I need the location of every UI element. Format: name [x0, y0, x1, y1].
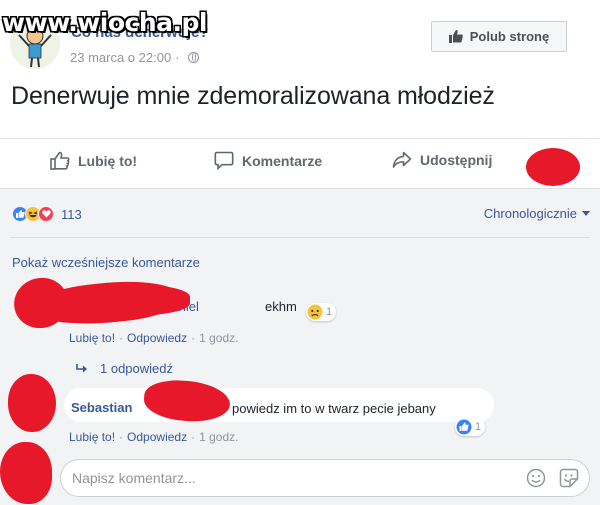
thumbs-up-outline-icon: [50, 151, 70, 170]
comment-text: ekhm: [265, 299, 297, 314]
sticker-icon[interactable]: [559, 468, 579, 493]
comment-button[interactable]: Komentarze: [214, 151, 322, 170]
comment-actions: Lubię to! · Odpowiedz · 1 godz.: [69, 331, 238, 345]
love-reaction-icon: [38, 206, 54, 222]
post-date[interactable]: 23 marca o 22:00: [70, 50, 171, 65]
comment-reply-link[interactable]: Odpowiedz: [127, 331, 187, 345]
separator: ·: [119, 331, 124, 345]
reactions-count: 113: [61, 206, 82, 222]
separator: ·: [119, 430, 124, 444]
comment-actions: Lubię to! · Odpowiedz · 1 godz.: [69, 430, 238, 444]
comment-time[interactable]: 1 godz.: [199, 331, 238, 345]
like-page-label: Polub stronę: [469, 29, 550, 44]
comment-reply-link[interactable]: Odpowiedz: [127, 430, 187, 444]
reactions-summary[interactable]: 113: [12, 206, 82, 222]
sad-icon: [307, 304, 323, 320]
like-label: Lubię to!: [78, 152, 138, 169]
comment-author-link[interactable]: Sebastian: [71, 400, 132, 415]
like-page-button[interactable]: Polub stronę: [431, 21, 567, 52]
meta-separator: ·: [175, 50, 180, 65]
view-replies-link[interactable]: 1 odpowiedź: [76, 361, 173, 376]
separator: ·: [191, 430, 196, 444]
chevron-down-icon: [582, 211, 590, 216]
censor-blob: [0, 442, 52, 504]
replies-label: 1 odpowiedź: [100, 361, 173, 376]
comment-like-link[interactable]: Lubię to!: [69, 331, 115, 345]
emoji-icon[interactable]: [526, 468, 546, 493]
comment-label: Komentarze: [242, 152, 323, 169]
comments-section: 113 Chronologicznie Pokaż wcześniejsze k…: [0, 188, 600, 505]
comment-composer: [60, 459, 590, 497]
comment-input[interactable]: [72, 470, 492, 486]
watermark: www.wiocha.pl: [2, 8, 207, 37]
post-action-bar: Lubię to! Komentarze Udostępnij: [0, 138, 600, 188]
comment-reactions[interactable]: 1: [306, 303, 337, 321]
comment-time[interactable]: 1 godz.: [199, 430, 238, 444]
comment-icon: [214, 151, 234, 170]
separator: ·: [191, 331, 196, 345]
thumbs-up-icon: [448, 30, 463, 43]
censor-blob: [8, 374, 56, 432]
share-label: Udostępnij: [420, 152, 493, 168]
show-previous-comments-link[interactable]: Pokaż wcześniejsze komentarze: [12, 255, 200, 270]
censor-blob: [70, 285, 190, 315]
like-icon: [456, 419, 472, 435]
post-text: Denerwuje mnie zdemoralizowana młodzież: [11, 82, 495, 110]
comment-like-link[interactable]: Lubię to!: [69, 430, 115, 444]
share-button[interactable]: Udostępnij: [392, 151, 492, 169]
comment-reactions[interactable]: 1: [455, 418, 486, 436]
divider: [10, 237, 590, 238]
post-meta: 23 marca o 22:00 ·: [70, 50, 199, 65]
comment-text: powiedz im to w twarz pecie jebany: [232, 401, 436, 416]
globe-icon: [187, 52, 199, 63]
reply-arrow-icon: [76, 363, 87, 372]
like-button[interactable]: Lubię to!: [50, 151, 137, 170]
comment-reaction-count: 1: [326, 306, 333, 318]
comments-sort-select[interactable]: Chronologicznie: [484, 206, 590, 221]
comment-reaction-count: 1: [475, 421, 482, 433]
share-arrow-icon: [392, 151, 412, 168]
sort-label: Chronologicznie: [483, 206, 577, 221]
censored-menu-button[interactable]: [526, 148, 580, 186]
